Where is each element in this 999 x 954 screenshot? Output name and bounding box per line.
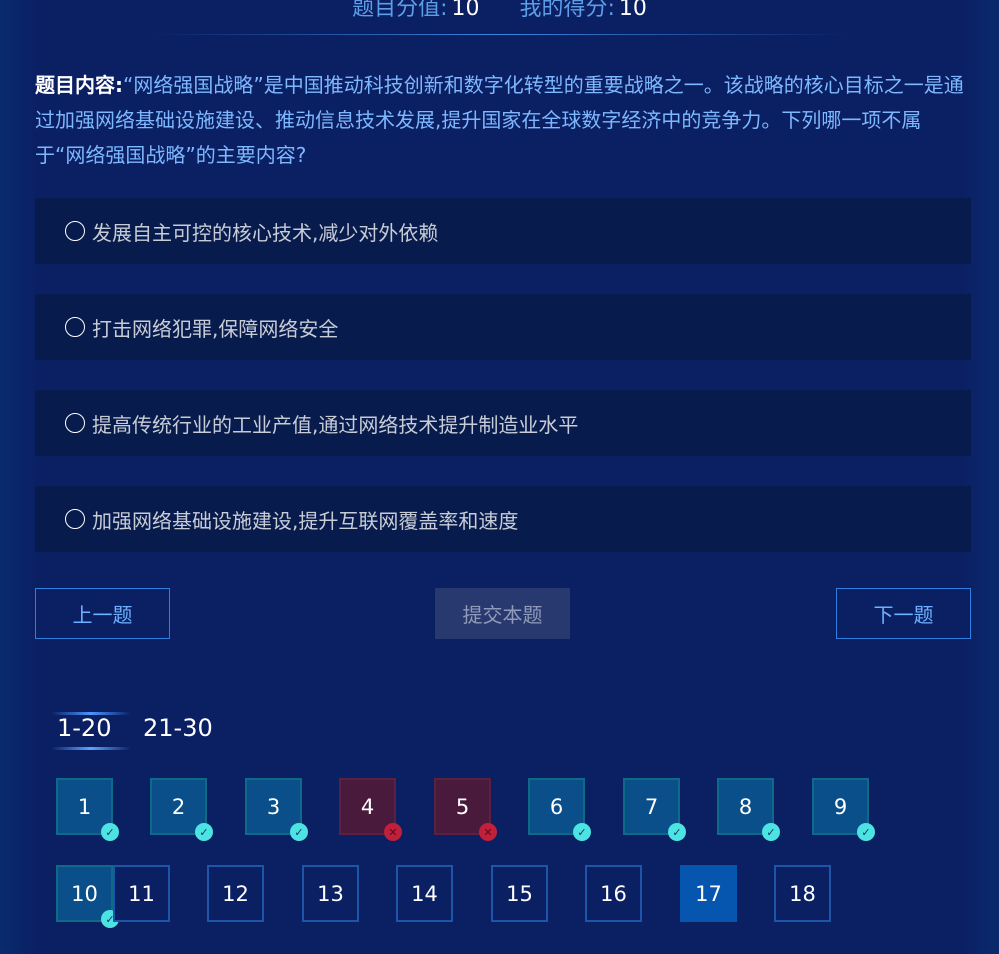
question-number-label: 14 [411, 881, 438, 906]
question-number-label: 10 [71, 881, 98, 906]
option-text: 加强网络基础设施建设,提升互联网覆盖率和速度 [92, 508, 519, 533]
score-header: 题目分值: 10 我的得分: 10 [0, 0, 999, 30]
option-text: 提高传统行业的工业产值,通过网络技术提升制造业水平 [92, 412, 579, 437]
question-number-8[interactable]: 8 ✓ [717, 778, 780, 841]
question-number-label: 3 [266, 794, 281, 819]
question-number-11[interactable]: 11 [113, 865, 170, 922]
question-number-label: 5 [455, 794, 470, 819]
question-number-5[interactable]: 5 ✕ [434, 778, 497, 841]
option-b[interactable]: 打击网络犯罪,保障网络安全 [35, 294, 971, 360]
question-number-4[interactable]: 4 ✕ [339, 778, 402, 841]
my-score-label: 我的得分: [519, 0, 615, 21]
question-number-label: 8 [738, 794, 753, 819]
question-number-label: 9 [833, 794, 848, 819]
radio-circle-icon[interactable] [65, 413, 85, 433]
check-circle-icon: ✓ [195, 823, 213, 841]
question-number-15[interactable]: 15 [491, 865, 548, 922]
check-circle-icon: ✓ [668, 823, 686, 841]
question-number-10[interactable]: 10 ✓ [56, 865, 119, 928]
option-text: 打击网络犯罪,保障网络安全 [92, 316, 339, 341]
next-question-button[interactable]: 下一题 [836, 588, 971, 639]
question-number-9[interactable]: 9 ✓ [812, 778, 875, 841]
my-score-value: 10 [618, 0, 647, 21]
question-number-16[interactable]: 16 [585, 865, 642, 922]
question-number-label: 13 [317, 881, 344, 906]
tab-1-20[interactable]: 1-20 [51, 712, 131, 750]
check-circle-icon: ✓ [762, 823, 780, 841]
question-text: “网络强国战略”是中国推动科技创新和数字化转型的重要战略之一。该战略的核心目标之… [35, 73, 964, 167]
x-circle-icon: ✕ [384, 823, 402, 841]
question-number-17[interactable]: 17 [680, 865, 737, 922]
question-number-label: 4 [360, 794, 375, 819]
check-circle-icon: ✓ [290, 823, 308, 841]
submit-question-button[interactable]: 提交本题 [435, 588, 570, 639]
tab-label: 21-30 [143, 714, 213, 742]
active-tab-underline [51, 747, 131, 750]
question-label: 题目内容: [35, 73, 123, 97]
radio-circle-icon[interactable] [65, 509, 85, 529]
question-number-label: 18 [789, 881, 816, 906]
question-number-3[interactable]: 3 ✓ [245, 778, 308, 841]
radio-circle-icon[interactable] [65, 317, 85, 337]
x-circle-icon: ✕ [479, 823, 497, 841]
question-number-label: 7 [644, 794, 659, 819]
question-number-7[interactable]: 7 ✓ [623, 778, 686, 841]
option-a[interactable]: 发展自主可控的核心技术,减少对外依赖 [35, 198, 971, 264]
question-number-13[interactable]: 13 [302, 865, 359, 922]
tab-21-30[interactable]: 21-30 [143, 714, 213, 742]
radio-circle-icon[interactable] [65, 221, 85, 241]
prev-question-button[interactable]: 上一题 [35, 588, 170, 639]
option-d[interactable]: 加强网络基础设施建设,提升互联网覆盖率和速度 [35, 486, 971, 552]
check-circle-icon: ✓ [857, 823, 875, 841]
question-score-value: 10 [451, 0, 480, 21]
active-tab-indicator [51, 712, 131, 715]
question-number-12[interactable]: 12 [207, 865, 264, 922]
score-divider [150, 34, 850, 35]
quiz-page: 题目分值: 10 我的得分: 10 题目内容:“网络强国战略”是中国推动科技创新和数… [0, 0, 999, 954]
question-number-label: 17 [695, 881, 722, 906]
question-number-label: 12 [222, 881, 249, 906]
question-number-label: 11 [128, 881, 155, 906]
check-circle-icon: ✓ [573, 823, 591, 841]
question-number-label: 2 [171, 794, 186, 819]
question-content: 题目内容:“网络强国战略”是中国推动科技创新和数字化转型的重要战略之一。该战略的… [35, 68, 970, 173]
question-number-label: 6 [549, 794, 564, 819]
check-circle-icon: ✓ [101, 823, 119, 841]
question-number-1[interactable]: 1 ✓ [56, 778, 119, 841]
option-text: 发展自主可控的核心技术,减少对外依赖 [92, 220, 439, 245]
question-number-label: 16 [600, 881, 627, 906]
question-number-6[interactable]: 6 ✓ [528, 778, 591, 841]
question-number-2[interactable]: 2 ✓ [150, 778, 213, 841]
tab-label: 1-20 [57, 714, 112, 742]
question-score-label: 题目分值: [352, 0, 448, 21]
question-number-label: 15 [506, 881, 533, 906]
question-number-label: 1 [77, 794, 92, 819]
question-number-14[interactable]: 14 [396, 865, 453, 922]
question-number-18[interactable]: 18 [774, 865, 831, 922]
option-c[interactable]: 提高传统行业的工业产值,通过网络技术提升制造业水平 [35, 390, 971, 456]
